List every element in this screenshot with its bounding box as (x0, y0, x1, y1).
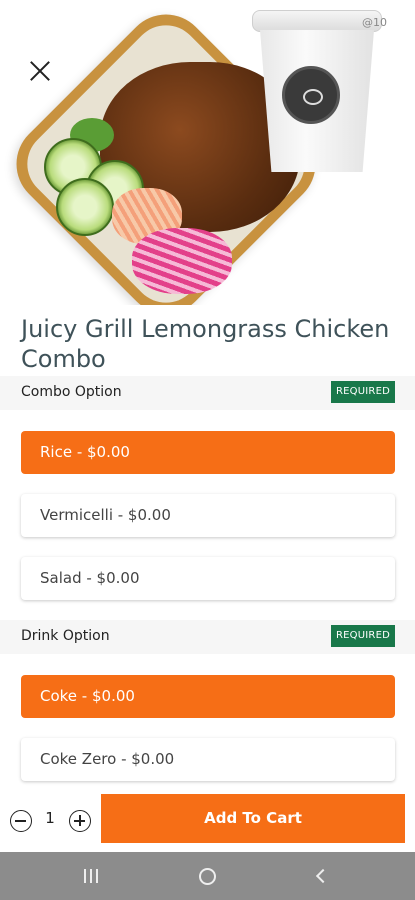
drink-cup-image: @10 (252, 4, 387, 172)
drink-option-label: Drink Option (21, 628, 110, 644)
option-vermicelli[interactable]: Vermicelli - $0.00 (21, 494, 395, 537)
add-to-cart-button[interactable]: Add To Cart (101, 794, 405, 843)
minus-circle-icon[interactable] (10, 810, 32, 832)
option-salad[interactable]: Salad - $0.00 (21, 557, 395, 600)
home-icon[interactable] (199, 868, 216, 885)
required-badge: REQUIRED (331, 625, 395, 647)
quantity-value: 1 (45, 809, 55, 827)
required-badge: REQUIRED (331, 381, 395, 403)
product-title: Juicy Grill Lemongrass Chicken Combo (21, 315, 390, 373)
combo-option-header: Combo Option REQUIRED (0, 376, 415, 410)
product-image: @10 (0, 0, 415, 305)
drink-option-header: Drink Option REQUIRED (0, 620, 415, 654)
cup-tag: @10 (362, 16, 387, 29)
combo-option-label: Combo Option (21, 384, 122, 400)
option-coke-zero[interactable]: Coke Zero - $0.00 (21, 738, 395, 781)
back-icon[interactable] (315, 868, 331, 884)
option-coke[interactable]: Coke - $0.00 (21, 675, 395, 718)
close-icon[interactable] (26, 57, 54, 85)
plus-circle-icon[interactable] (69, 810, 91, 832)
recent-apps-icon[interactable] (84, 869, 100, 883)
option-rice[interactable]: Rice - $0.00 (21, 431, 395, 474)
system-nav-bar (0, 852, 415, 900)
cart-footer: 1 Add To Cart (0, 792, 415, 850)
